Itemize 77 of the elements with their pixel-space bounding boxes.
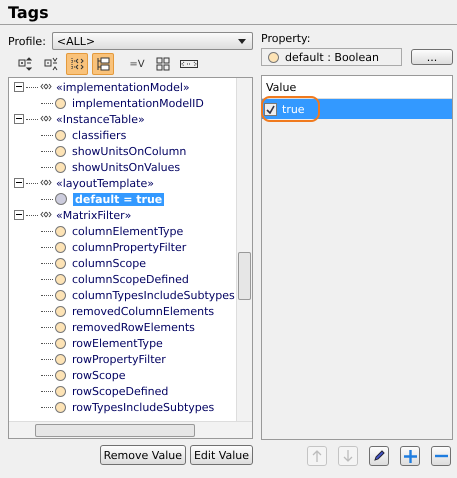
property-icon [55, 130, 66, 140]
tree-node[interactable]: rowElementType [72, 336, 163, 350]
property-icon [55, 402, 66, 412]
up-arrow-icon [312, 450, 322, 462]
collapse-toggle-icon[interactable] [14, 82, 24, 92]
tree-node[interactable]: rowScope [72, 368, 126, 382]
panel-title: Tags [0, 0, 457, 25]
tree-node[interactable]: rowPropertyFilter [72, 352, 166, 366]
collapse-toggle-icon[interactable] [14, 114, 24, 124]
profile-label: Profile: [8, 34, 46, 48]
tree-node[interactable]: columnScope [72, 256, 146, 270]
stereotype-icon [40, 178, 52, 188]
value-icon [55, 193, 67, 205]
property-icon [268, 52, 279, 62]
stereotype-tree-button[interactable] [66, 53, 88, 75]
remove-button[interactable] [431, 446, 451, 466]
expand-all-icon [18, 57, 32, 71]
tree-node[interactable]: implementationModelID [72, 96, 204, 110]
down-arrow-icon [343, 450, 353, 462]
tree-node[interactable]: «layoutTemplate» [56, 176, 154, 190]
collapse-all-icon [44, 57, 58, 71]
property-icon [55, 306, 66, 316]
edit-button[interactable] [369, 446, 389, 466]
action-button[interactable]: Remove Value [100, 445, 186, 465]
action-button[interactable]: Edit Value [190, 445, 253, 465]
tree-node[interactable]: columnElementType [72, 224, 184, 238]
property-icon [55, 322, 66, 332]
tree-node[interactable]: «InstanceTable» [56, 112, 145, 126]
folder-tree-button[interactable] [92, 53, 114, 75]
tree-node[interactable]: removedColumnElements [72, 304, 214, 318]
text-field-icon [180, 60, 198, 68]
property-icon [55, 338, 66, 348]
tree-node[interactable]: showUnitsOnValues [72, 160, 180, 174]
browse-button[interactable]: ... [411, 49, 453, 65]
checkbox[interactable] [264, 102, 277, 116]
tree-node[interactable]: «implementationModel» [56, 80, 190, 94]
stereotype-icon [40, 210, 52, 220]
property-icon [55, 354, 66, 364]
tree-node[interactable]: rowScopeDefined [72, 384, 168, 398]
property-icon [55, 98, 66, 108]
stereotype-tree-icon [70, 57, 84, 71]
tree-node[interactable]: columnPropertyFilter [72, 240, 186, 254]
tree-node[interactable]: rowTypesIncludeSubtypes [72, 400, 214, 414]
property-icon [55, 258, 66, 268]
tree-node[interactable]: «MatrixFilter» [56, 208, 132, 222]
tree-node[interactable]: removedRowElements [72, 320, 195, 334]
stereotype-icon [40, 114, 52, 124]
property-icon [55, 162, 66, 172]
grid-icon [156, 57, 170, 71]
minus-icon [434, 454, 448, 458]
collapse-toggle-icon[interactable] [14, 178, 24, 188]
dropdown-arrow-icon [238, 38, 246, 44]
property-icon [55, 274, 66, 284]
property-icon [55, 146, 66, 156]
profile-dropdown[interactable]: <ALL> [52, 32, 253, 50]
tree-node[interactable]: columnScopeDefined [72, 272, 189, 286]
collapse-toggle-icon[interactable] [14, 210, 24, 220]
pencil-icon [373, 450, 385, 462]
column-header: Value [262, 76, 452, 99]
horizontal-scrollbar[interactable] [9, 421, 252, 438]
property-icon [55, 290, 66, 300]
property-icon [55, 226, 66, 236]
property-field: default : Boolean [261, 48, 402, 66]
property-label: Property: [261, 32, 312, 47]
property-icon [55, 370, 66, 380]
folder-tree-icon [96, 57, 110, 71]
value-filter-button[interactable]: =V [126, 53, 148, 75]
tree-node[interactable]: showUnitsOnColumn [72, 144, 186, 158]
vertical-scrollbar[interactable] [236, 78, 252, 421]
value-text: true [282, 102, 305, 116]
stereotype-icon [40, 82, 52, 92]
add-button[interactable] [400, 446, 420, 466]
tree-node[interactable]: classifiers [72, 128, 126, 142]
property-icon [55, 386, 66, 396]
property-icon [55, 242, 66, 252]
plus-icon [404, 450, 416, 462]
tree-node[interactable]: columnTypesIncludeSubtypes [72, 288, 235, 302]
